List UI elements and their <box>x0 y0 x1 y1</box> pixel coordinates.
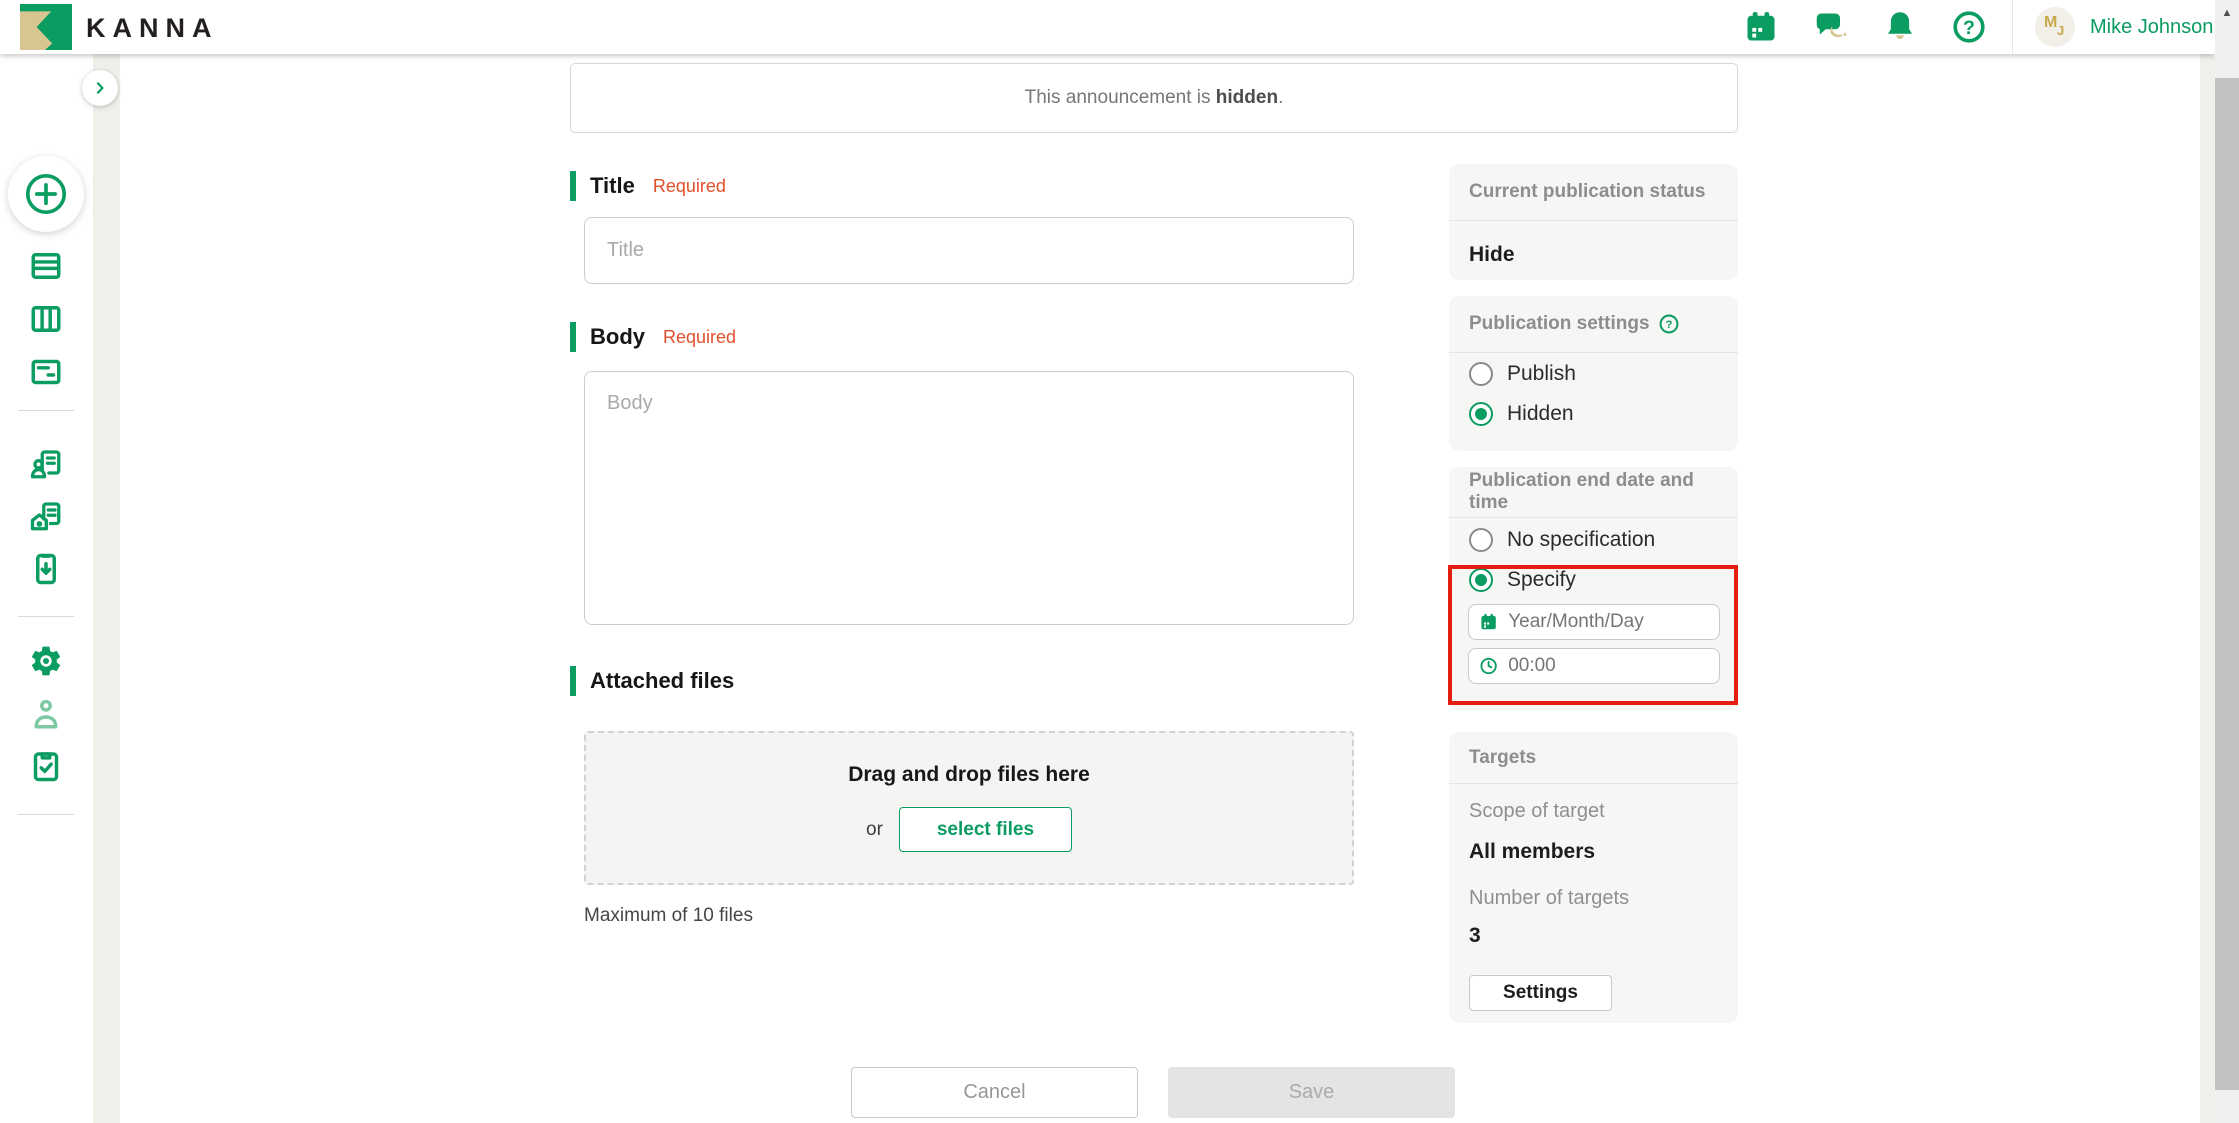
end-time-input[interactable] <box>1508 655 1709 677</box>
title-input[interactable] <box>584 217 1354 284</box>
list-rows-icon <box>28 248 64 284</box>
targets-card: Targets Scope of target All members Numb… <box>1449 732 1738 1023</box>
user-avatar[interactable]: M J <box>2035 7 2075 47</box>
title-label: Title <box>590 173 635 199</box>
body-label: Body <box>590 324 645 350</box>
select-files-button[interactable]: select files <box>899 807 1072 852</box>
publication-settings-card: Publication settings ? Publish Hidden <box>1449 296 1738 451</box>
announcement-status-banner: This announcement is hidden. <box>570 63 1738 133</box>
radio-no-specification[interactable]: No specification <box>1469 528 1655 552</box>
end-datetime-card: Publication end date and time No specifi… <box>1449 467 1738 710</box>
scrollbar[interactable]: ▲ <box>2215 0 2239 1123</box>
end-date-field[interactable] <box>1468 604 1720 640</box>
banner-text: This announcement is <box>1025 87 1216 108</box>
end-time-field[interactable] <box>1468 648 1720 684</box>
body-textarea[interactable] <box>584 371 1354 625</box>
sidebar-divider <box>18 410 74 411</box>
sidebar-item-members[interactable] <box>28 446 64 482</box>
sidebar-expand-button[interactable] <box>82 70 118 106</box>
summary-card-icon <box>28 354 64 390</box>
chat-icon <box>1813 9 1849 45</box>
save-button[interactable]: Save <box>1168 1067 1455 1118</box>
scrollbar-up-arrow[interactable]: ▲ <box>2215 0 2239 26</box>
board-columns-icon <box>28 301 64 337</box>
radio-hidden[interactable]: Hidden <box>1469 402 1574 426</box>
member-document-icon <box>28 446 64 482</box>
svg-text:?: ? <box>1963 17 1975 39</box>
body-section-heading: Body Required <box>570 322 736 352</box>
current-status-card: Current publication status Hide <box>1449 164 1738 280</box>
radio-specify-control[interactable] <box>1469 568 1493 592</box>
targets-header: Targets <box>1469 747 1536 769</box>
current-status-value: Hide <box>1469 243 1515 266</box>
section-accent-bar <box>570 171 576 201</box>
brand-name: KANNA <box>86 13 219 44</box>
target-count-label: Number of targets <box>1469 887 1629 910</box>
sidebar-item-list[interactable] <box>28 248 64 284</box>
help-icon: ? <box>1951 9 1987 45</box>
app-header: KANNA ? M J Mike Johnson <box>0 0 2215 54</box>
target-count-value: 3 <box>1469 924 1481 948</box>
section-accent-bar <box>570 666 576 696</box>
scope-value: All members <box>1469 840 1595 864</box>
sidebar-item-settings[interactable] <box>28 643 64 679</box>
app-download-icon <box>28 551 64 587</box>
scrollbar-thumb[interactable] <box>2215 78 2239 1090</box>
notifications-button[interactable] <box>1882 9 1918 45</box>
body-required-badge: Required <box>663 327 736 348</box>
add-plus-icon <box>23 171 69 217</box>
calendar-button[interactable] <box>1743 9 1779 45</box>
dropzone-text: Drag and drop files here <box>848 763 1090 787</box>
date-calendar-icon <box>1479 611 1498 633</box>
sidebar <box>0 54 93 1123</box>
help-circle-icon[interactable]: ? <box>1658 313 1680 335</box>
end-date-input[interactable] <box>1508 611 1709 633</box>
help-button[interactable]: ? <box>1951 9 1987 45</box>
targets-settings-button[interactable]: Settings <box>1469 975 1612 1011</box>
sidebar-divider <box>18 814 74 815</box>
attachments-section-heading: Attached files <box>570 666 734 696</box>
sidebar-item-download[interactable] <box>28 551 64 587</box>
svg-text:?: ? <box>1665 319 1672 331</box>
cancel-button[interactable]: Cancel <box>851 1067 1138 1118</box>
radio-publish-control[interactable] <box>1469 362 1493 386</box>
end-datetime-header: Publication end date and time <box>1469 470 1718 514</box>
attachments-label: Attached files <box>590 668 734 694</box>
chat-button[interactable] <box>1813 9 1849 45</box>
banner-emphasis: hidden <box>1216 87 1278 108</box>
radio-publish[interactable]: Publish <box>1469 362 1576 386</box>
kanna-logo-icon[interactable] <box>20 4 72 50</box>
sidebar-item-survey[interactable] <box>28 748 64 784</box>
sidebar-item-sites[interactable] <box>28 498 64 534</box>
add-button[interactable] <box>8 156 84 232</box>
sidebar-divider <box>18 616 74 617</box>
sidebar-item-board[interactable] <box>28 301 64 337</box>
calendar-icon <box>1743 9 1779 45</box>
site-document-icon <box>28 498 64 534</box>
max-files-note: Maximum of 10 files <box>584 905 753 927</box>
scope-label: Scope of target <box>1469 800 1605 823</box>
radio-no-specification-control[interactable] <box>1469 528 1493 552</box>
publication-settings-header: Publication settings <box>1469 313 1650 335</box>
survey-check-icon <box>28 748 64 784</box>
collapse-chevron-icon <box>90 78 110 98</box>
or-text: or <box>866 819 883 841</box>
user-name[interactable]: Mike Johnson <box>2090 16 2213 39</box>
title-required-badge: Required <box>653 176 726 197</box>
time-clock-icon <box>1479 655 1498 677</box>
section-accent-bar <box>570 322 576 352</box>
file-dropzone[interactable]: Drag and drop files here or select files <box>584 731 1354 885</box>
bell-icon <box>1882 9 1918 45</box>
radio-hidden-control[interactable] <box>1469 402 1493 426</box>
sidebar-item-summary[interactable] <box>28 354 64 390</box>
radio-specify[interactable]: Specify <box>1469 568 1576 592</box>
current-status-header: Current publication status <box>1469 181 1705 203</box>
sidebar-item-profile[interactable] <box>28 696 64 732</box>
settings-gear-icon <box>28 643 64 679</box>
title-section-heading: Title Required <box>570 171 726 201</box>
header-divider <box>2012 0 2013 54</box>
profile-icon <box>28 696 64 732</box>
